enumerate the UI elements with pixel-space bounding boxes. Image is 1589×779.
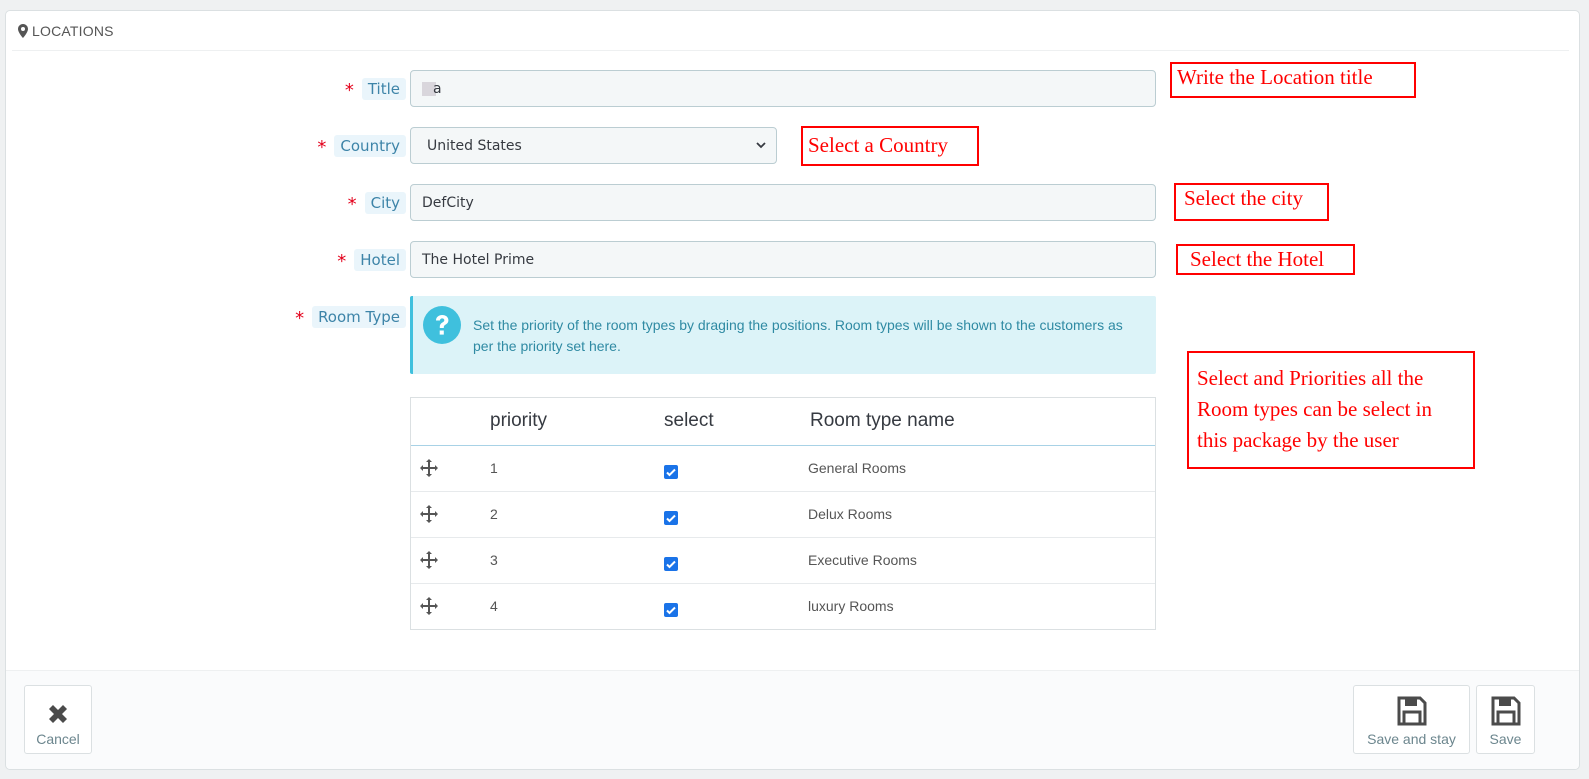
country-value: United States	[427, 137, 522, 154]
label-wrap: * Title	[345, 69, 406, 109]
drag-handle-icon[interactable]	[419, 550, 439, 570]
table-row[interactable]: 1 General Rooms	[411, 446, 1155, 492]
select-checkbox[interactable]	[664, 603, 678, 617]
title-input[interactable]: Goaa	[410, 70, 1156, 107]
column-header-select[interactable]: select	[664, 410, 714, 432]
floppy-disk-icon	[1397, 696, 1426, 726]
required-marker: *	[347, 193, 357, 215]
drag-handle-icon[interactable]	[419, 504, 439, 524]
room-type-label: Room Type	[312, 306, 406, 328]
panel-title: LOCATIONS	[32, 22, 114, 39]
panel-footer: Cancel Save and stay Save	[6, 670, 1579, 769]
title-label: Title	[361, 78, 406, 100]
table-row[interactable]: 3 Executive Rooms	[411, 538, 1155, 584]
save-label: Save	[1489, 731, 1522, 747]
country-select[interactable]: United States	[410, 127, 777, 164]
select-checkbox[interactable]	[664, 465, 678, 479]
priority-value: 3	[490, 552, 498, 568]
save-and-stay-label: Save and stay	[1367, 731, 1456, 747]
locations-panel: LOCATIONS * Title Goaa * Country United …	[5, 10, 1580, 770]
required-marker: *	[295, 307, 305, 329]
question-circle-icon	[423, 306, 461, 344]
annotation-title: Write the Location title	[1170, 62, 1416, 98]
label-wrap: * City	[348, 183, 406, 223]
help-text: Set the priority of the room types by dr…	[473, 317, 1123, 354]
form-row-title: * Title Goaa	[6, 69, 1206, 109]
map-marker-icon	[18, 23, 28, 38]
table-header: priority select Room type name	[411, 398, 1155, 446]
priority-value: 4	[490, 598, 498, 614]
panel-heading: LOCATIONS	[12, 11, 1569, 51]
save-button[interactable]: Save	[1476, 685, 1535, 754]
label-wrap: * Hotel	[337, 240, 406, 280]
cancel-button[interactable]: Cancel	[24, 685, 92, 754]
checkmark-icon	[666, 606, 676, 615]
select-checkbox[interactable]	[664, 511, 678, 525]
table-body: 1 General Rooms 2 Delux Rooms 3 Executive Roo…	[411, 446, 1155, 629]
room-type-name: Executive Rooms	[808, 552, 917, 568]
checkmark-icon	[666, 560, 676, 569]
help-alert: Set the priority of the room types by dr…	[410, 296, 1156, 374]
label-wrap: * Country	[317, 126, 406, 166]
required-marker: *	[317, 136, 327, 158]
annotation-country: Select a Country	[801, 126, 979, 166]
column-header-priority[interactable]: priority	[490, 410, 547, 432]
priority-value: 1	[490, 460, 498, 476]
city-value: DefCity	[422, 194, 474, 211]
hotel-input[interactable]: The Hotel Prime	[410, 241, 1156, 278]
priority-value: 2	[490, 506, 498, 522]
form-row-hotel: * Hotel The Hotel Prime	[6, 240, 1206, 280]
column-header-room-type-name[interactable]: Room type name	[810, 410, 955, 432]
required-marker: *	[344, 79, 354, 101]
annotation-hotel: Select the Hotel	[1176, 244, 1355, 275]
checkmark-icon	[666, 468, 676, 477]
close-icon	[49, 705, 67, 723]
drag-handle-icon[interactable]	[419, 458, 439, 478]
country-label: Country	[334, 135, 406, 157]
room-type-table: priority select Room type name 1 General …	[410, 397, 1156, 630]
form-row-city: * City DefCity	[6, 183, 1206, 223]
cancel-label: Cancel	[36, 731, 80, 747]
city-input[interactable]: DefCity	[410, 184, 1156, 221]
hotel-label: Hotel	[354, 249, 406, 271]
form-row-country: * Country United States	[6, 126, 1206, 166]
save-and-stay-button[interactable]: Save and stay	[1353, 685, 1470, 754]
annotation-city: Select the city	[1174, 183, 1329, 221]
hotel-value: The Hotel Prime	[422, 251, 535, 268]
drag-handle-icon[interactable]	[419, 596, 439, 616]
annotation-room-types: Select and Priorities all the Room types…	[1187, 351, 1475, 469]
select-checkbox[interactable]	[664, 557, 678, 571]
room-type-name: luxury Rooms	[808, 598, 894, 614]
required-marker: *	[337, 250, 347, 272]
floppy-disk-icon	[1491, 696, 1520, 726]
chevron-down-icon	[756, 142, 766, 149]
table-row[interactable]: 2 Delux Rooms	[411, 492, 1155, 538]
city-label: City	[364, 192, 406, 214]
label-wrap: * Room Type	[295, 297, 406, 337]
table-row[interactable]: 4 luxury Rooms	[411, 584, 1155, 629]
room-type-name: Delux Rooms	[808, 506, 893, 522]
room-type-name: General Rooms	[808, 460, 907, 476]
checkmark-icon	[666, 514, 676, 523]
